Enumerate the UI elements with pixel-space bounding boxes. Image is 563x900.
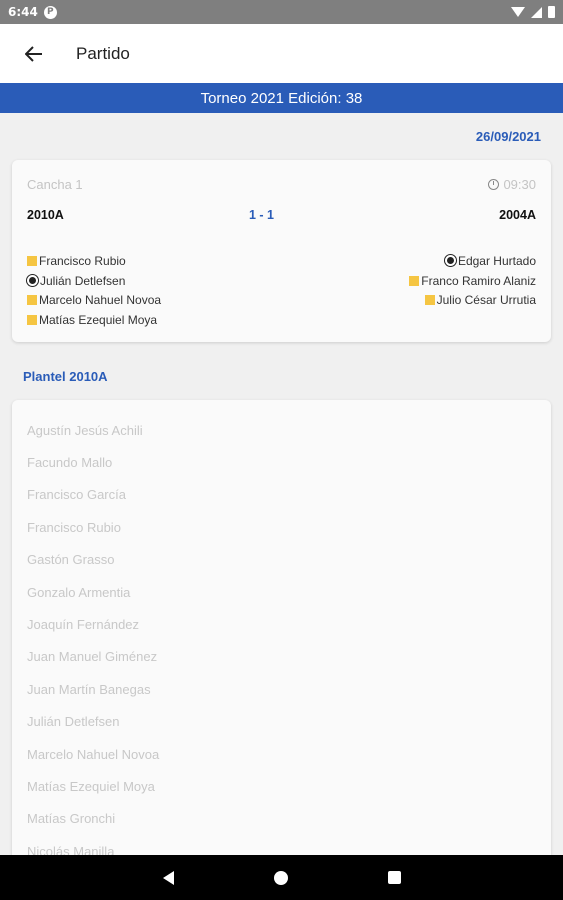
list-item[interactable]: Juan Manuel Giménez bbox=[12, 641, 551, 673]
list-item[interactable]: Marcelo Nahuel Novoa bbox=[12, 738, 551, 770]
list-item[interactable]: Gastón Grasso bbox=[12, 544, 551, 576]
match-time-value: 09:30 bbox=[503, 177, 536, 192]
list-item[interactable]: Francisco García bbox=[12, 479, 551, 511]
event-player: Julián Detlefsen bbox=[40, 273, 126, 288]
status-time: 6:44 bbox=[8, 5, 38, 19]
event-item: Francisco Rubio bbox=[27, 251, 161, 271]
event-item: Matías Ezequiel Moya bbox=[27, 310, 161, 330]
page-title: Partido bbox=[76, 43, 130, 63]
back-button[interactable] bbox=[20, 40, 48, 68]
list-item[interactable]: Matías Gronchi bbox=[12, 803, 551, 835]
home-events: Francisco Rubio Julián Detlefsen Marcelo… bbox=[27, 251, 161, 330]
app-bar: Partido bbox=[0, 24, 563, 83]
event-player: Matías Ezequiel Moya bbox=[39, 312, 158, 327]
event-player: Julio César Urrutia bbox=[436, 293, 536, 308]
list-item[interactable]: Gonzalo Armentia bbox=[12, 576, 551, 608]
event-item: Julio César Urrutia bbox=[409, 290, 536, 310]
event-player: Edgar Hurtado bbox=[457, 253, 536, 268]
event-item: Edgar Hurtado bbox=[409, 251, 536, 271]
status-bar: 6:44 P bbox=[0, 0, 563, 24]
match-date: 26/09/2021 bbox=[475, 129, 541, 144]
match-time: 09:30 bbox=[488, 177, 536, 192]
yellow-card-icon bbox=[409, 275, 420, 286]
list-item[interactable]: Julián Detlefsen bbox=[12, 706, 551, 738]
event-player: Marcelo Nahuel Novoa bbox=[39, 293, 162, 308]
squad-title: Plantel 2010A bbox=[23, 369, 108, 384]
list-item[interactable]: Agustín Jesús Achili bbox=[12, 414, 551, 446]
event-item: Franco Ramiro Alaniz bbox=[409, 271, 536, 291]
list-item[interactable]: Francisco Rubio bbox=[12, 511, 551, 543]
soccer-ball-icon bbox=[444, 255, 456, 267]
event-item: Marcelo Nahuel Novoa bbox=[27, 290, 161, 310]
court-label: Cancha 1 bbox=[27, 177, 83, 192]
yellow-card-icon bbox=[424, 295, 435, 306]
list-item[interactable]: Matías Ezequiel Moya bbox=[12, 770, 551, 802]
nav-recents-icon[interactable] bbox=[387, 871, 401, 884]
yellow-card-icon bbox=[27, 314, 37, 325]
wifi-icon bbox=[511, 7, 525, 17]
signal-icon bbox=[531, 6, 542, 18]
event-item: Julián Detlefsen bbox=[27, 271, 161, 291]
score: 1 - 1 bbox=[248, 208, 274, 222]
away-events: Edgar Hurtado Franco Ramiro Alaniz Julio… bbox=[409, 251, 536, 310]
yellow-card-icon bbox=[27, 295, 37, 306]
soccer-ball-icon bbox=[27, 275, 38, 287]
system-nav-bar bbox=[0, 855, 563, 900]
list-item[interactable]: Facundo Mallo bbox=[12, 446, 551, 478]
battery-icon bbox=[548, 6, 555, 18]
arrow-left-icon bbox=[25, 45, 42, 62]
clock-icon bbox=[488, 179, 500, 190]
squad-list: Agustín Jesús Achili Facundo Mallo Franc… bbox=[12, 400, 551, 870]
away-team: 2004A bbox=[499, 208, 536, 222]
event-player: Franco Ramiro Alaniz bbox=[421, 273, 536, 288]
list-item[interactable]: Juan Martín Banegas bbox=[12, 673, 551, 705]
nav-back-icon[interactable] bbox=[162, 870, 174, 885]
notification-icon: P bbox=[43, 5, 57, 19]
match-card: Cancha 1 09:30 2010A 1 - 1 2004A Francis… bbox=[12, 160, 551, 342]
tournament-banner: Torneo 2021 Edición: 38 bbox=[0, 83, 563, 113]
nav-home-icon[interactable] bbox=[273, 870, 288, 885]
event-player: Francisco Rubio bbox=[39, 253, 126, 268]
list-item[interactable]: Joaquín Fernández bbox=[12, 608, 551, 640]
yellow-card-icon bbox=[27, 255, 37, 266]
